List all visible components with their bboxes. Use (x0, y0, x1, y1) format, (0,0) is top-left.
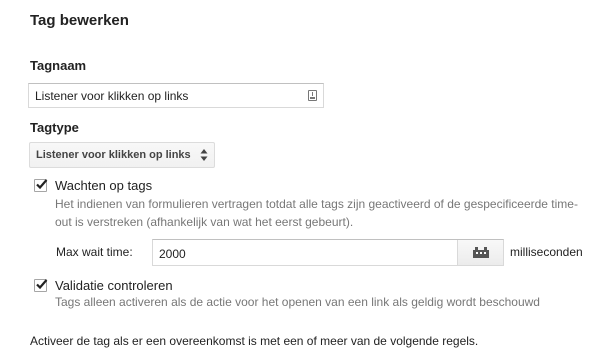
tag-name-value: Listener voor klikken op links (35, 89, 189, 103)
select-arrows-icon (200, 149, 208, 161)
max-wait-time-label: Max wait time: (56, 245, 133, 259)
tag-type-select[interactable]: Listener voor klikken op links (29, 142, 215, 168)
max-wait-time-unit: milliseconden (510, 245, 583, 259)
tag-name-input[interactable]: Listener voor klikken op links (28, 83, 324, 108)
checkmark-icon (36, 179, 48, 190)
wait-for-tags-checkbox[interactable] (34, 179, 48, 192)
page-title: Tag bewerken (30, 12, 129, 29)
wait-for-tags-label[interactable]: Wachten op tags (55, 178, 152, 193)
max-wait-time-input[interactable]: 2000 (152, 239, 504, 266)
max-wait-time-value: 2000 (159, 247, 186, 261)
macro-icon (473, 247, 489, 258)
wait-for-tags-description: Het indienen van formulieren vertragen t… (55, 197, 578, 229)
tag-type-selected-value: Listener voor klikken op links (36, 149, 191, 161)
edit-tag-page: Tag bewerken Tagnaam Listener voor klikk… (0, 0, 595, 360)
tag-name-label: Tagnaam (30, 58, 87, 73)
check-validation-description: Tags alleen activeren als de actie voor … (55, 295, 540, 309)
check-validation-checkbox[interactable] (34, 279, 48, 292)
variable-icon[interactable] (308, 90, 317, 101)
firing-rules-intro: Activeer de tag als er een overeenkomst … (30, 334, 479, 348)
tag-type-label: Tagtype (30, 120, 79, 135)
macro-picker-button[interactable] (457, 240, 503, 265)
check-validation-label[interactable]: Validatie controleren (55, 278, 173, 293)
checkmark-icon (36, 279, 48, 290)
